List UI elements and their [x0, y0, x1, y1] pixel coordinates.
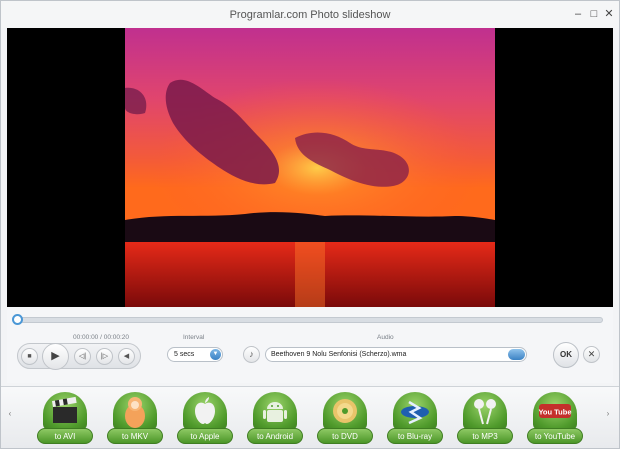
close-button[interactable]: ✕: [602, 7, 616, 21]
to-youtube-button[interactable]: You Tube to YouTube: [527, 392, 583, 446]
interval-select[interactable]: 5 secs ▼: [167, 347, 223, 362]
time-readout: 00:00:00 / 00:00:20: [73, 334, 130, 341]
clapperboard-icon: [43, 392, 87, 430]
converter-label: to Blu-ray: [387, 428, 443, 444]
converter-label: to YouTube: [527, 428, 583, 444]
converter-label: to MP3: [457, 428, 513, 444]
scroll-left-icon[interactable]: ‹: [5, 409, 15, 418]
youtube-icon: You Tube: [533, 392, 577, 430]
minimize-button[interactable]: –: [571, 7, 585, 21]
converter-label: to Android: [247, 428, 303, 444]
previous-button[interactable]: ◁|: [74, 348, 91, 365]
stop-button[interactable]: ■: [21, 348, 38, 365]
to-bluray-button[interactable]: to Blu-ray: [387, 392, 443, 446]
ok-button[interactable]: OK: [553, 342, 579, 368]
audio-file-name: Beethoven 9 Nolu Senfonisi (Scherzo).wma: [271, 351, 407, 358]
control-panel: 00:00:00 / 00:00:20 ■ ▶ ◁| |▷ ◀ Interval…: [7, 331, 613, 383]
audio-browse-button[interactable]: [508, 349, 525, 360]
converter-bar: ‹ to AVI to MKV to Apple to Android to D…: [1, 386, 619, 448]
volume-button[interactable]: ◀: [118, 348, 135, 365]
preview-area: [7, 28, 613, 307]
play-button[interactable]: ▶: [42, 343, 69, 370]
converter-label: to DVD: [317, 428, 373, 444]
apple-icon: [183, 392, 227, 430]
slideshow-photo: [125, 28, 495, 307]
converter-label: to MKV: [107, 428, 163, 444]
matryoshka-icon: [113, 392, 157, 430]
maximize-button[interactable]: □: [587, 7, 601, 21]
android-icon: [253, 392, 297, 430]
to-apple-button[interactable]: to Apple: [177, 392, 233, 446]
audio-file-field[interactable]: Beethoven 9 Nolu Senfonisi (Scherzo).wma: [265, 347, 527, 362]
scroll-right-icon[interactable]: ›: [603, 409, 613, 418]
interval-value: 5 secs: [174, 351, 195, 358]
seekbar-area: [7, 307, 613, 331]
seek-thumb[interactable]: [12, 314, 23, 325]
title-bar: Programlar.com Photo slideshow – □ ✕: [1, 1, 619, 28]
music-note-icon[interactable]: ♪: [243, 346, 260, 363]
next-button[interactable]: |▷: [96, 348, 113, 365]
cancel-button[interactable]: ✕: [583, 346, 600, 363]
to-android-button[interactable]: to Android: [247, 392, 303, 446]
playback-controls: ■ ▶ ◁| |▷ ◀: [17, 343, 141, 370]
to-mp3-button[interactable]: to MP3: [457, 392, 513, 446]
youtube-logo-text: You Tube: [538, 408, 571, 417]
to-avi-button[interactable]: to AVI: [37, 392, 93, 446]
window-title: Programlar.com Photo slideshow: [229, 9, 391, 21]
sunset-image: [125, 28, 495, 307]
converter-label: to AVI: [37, 428, 93, 444]
converter-label: to Apple: [177, 428, 233, 444]
audio-label: Audio: [377, 334, 394, 341]
disc-icon: [323, 392, 367, 430]
interval-label: Interval: [183, 334, 205, 341]
to-mkv-button[interactable]: to MKV: [107, 392, 163, 446]
bluray-icon: [393, 392, 437, 430]
seek-track[interactable]: [13, 317, 603, 323]
chevron-down-icon[interactable]: ▼: [210, 349, 221, 360]
app-window: Programlar.com Photo slideshow – □ ✕ 00:…: [0, 0, 620, 449]
earbuds-icon: [463, 392, 507, 430]
to-dvd-button[interactable]: to DVD: [317, 392, 373, 446]
